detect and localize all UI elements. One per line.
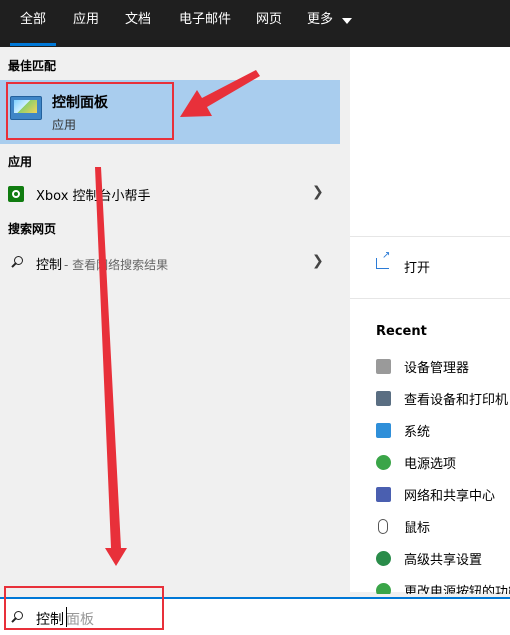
annotation-arrow-down [95,167,127,566]
annotation-arrows [95,70,260,566]
annotation-arrow-left [180,70,260,117]
